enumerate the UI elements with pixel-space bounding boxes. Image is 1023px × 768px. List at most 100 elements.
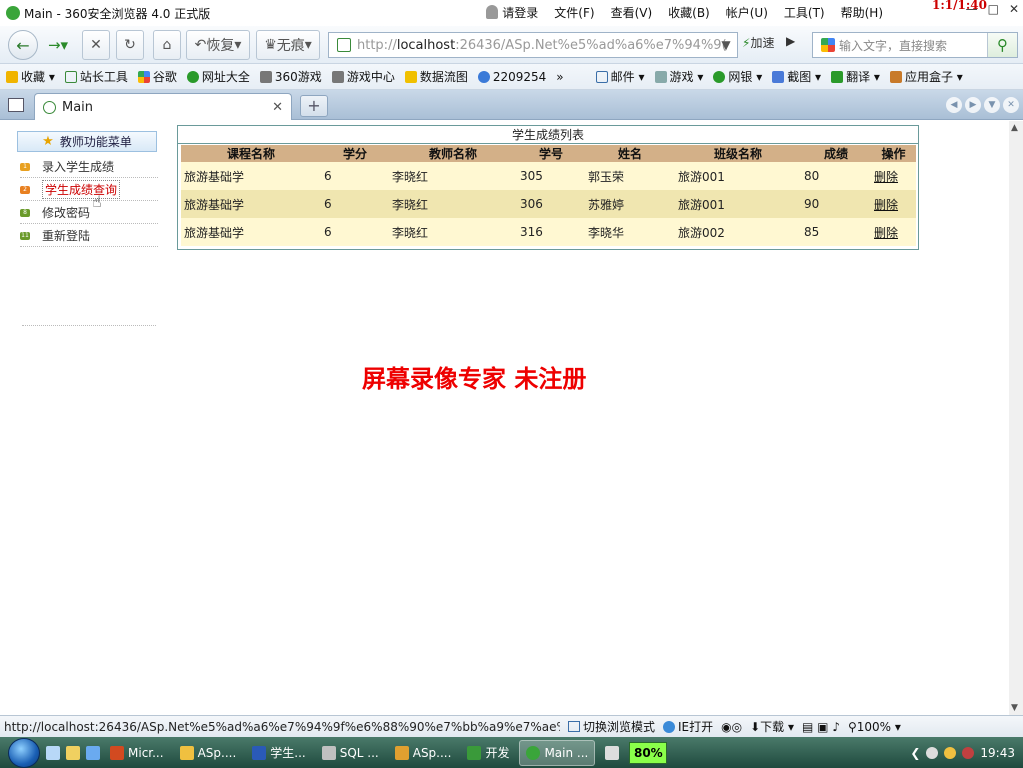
switch-mode-button[interactable]: 切换浏览模式 bbox=[568, 718, 655, 735]
delete-link[interactable]: 删除 bbox=[874, 198, 898, 212]
menu-login[interactable]: 请登录 bbox=[486, 4, 538, 21]
bookmark-games[interactable]: 游戏 ▾ bbox=[654, 68, 703, 85]
sidebar-toggle-icon[interactable] bbox=[8, 98, 24, 112]
tools-icons[interactable]: ▤ ▣ ♪ bbox=[802, 720, 840, 734]
tab-controls: ◀ ▶ ▼ ✕ bbox=[946, 97, 1019, 113]
gamepad-icon bbox=[259, 70, 272, 83]
scroll-down-icon[interactable]: ▼ bbox=[1011, 703, 1021, 713]
menu-view[interactable]: 查看(V) bbox=[611, 4, 653, 21]
browser-logo-icon bbox=[526, 745, 541, 760]
menu-tools[interactable]: 工具(T) bbox=[784, 4, 825, 21]
qq-tray-icon[interactable] bbox=[944, 746, 957, 759]
tab-main[interactable]: Main ✕ bbox=[34, 93, 292, 120]
maximize-icon[interactable]: □ bbox=[988, 2, 999, 16]
minimize-icon[interactable]: — bbox=[966, 2, 978, 16]
new-tab-button[interactable]: + bbox=[300, 95, 328, 117]
bookmark-bank[interactable]: 网银 ▾ bbox=[713, 68, 762, 85]
ie-quicklaunch-icon[interactable] bbox=[46, 745, 60, 760]
bookmark-game-center[interactable]: 游戏中心 bbox=[331, 68, 395, 85]
search-input[interactable]: 输入文字，直接搜索 bbox=[839, 37, 987, 54]
menu-file[interactable]: 文件(F) bbox=[554, 4, 594, 21]
status-url: http://localhost:26436/ASp.Net%e5%ad%a6%… bbox=[4, 719, 560, 734]
vertical-scrollbar[interactable]: ▲ ▼ bbox=[1009, 121, 1023, 715]
title-bar: Main - 360安全浏览器 4.0 正式版 请登录 文件(F) 查看(V) … bbox=[0, 0, 1023, 26]
delete-link[interactable]: 删除 bbox=[874, 226, 898, 240]
search-box[interactable]: 输入文字，直接搜索 ⚲ bbox=[812, 32, 1018, 58]
taskbar-item-sql[interactable]: SQL ... bbox=[316, 740, 385, 766]
go-button[interactable]: ▶ bbox=[786, 34, 795, 48]
forward-button[interactable]: →▾ bbox=[42, 30, 74, 60]
clock[interactable]: 19:43 bbox=[980, 746, 1015, 760]
bookmark-dataflow[interactable]: 数据流图 bbox=[404, 68, 468, 85]
speed-up-button[interactable]: ⚡加速 bbox=[742, 34, 774, 51]
bookmark-google[interactable]: 谷歌 bbox=[137, 68, 177, 85]
bookmark-qq[interactable]: 2209254 bbox=[477, 70, 546, 84]
stop-button[interactable]: ✕ bbox=[82, 30, 110, 60]
google-icon bbox=[821, 38, 835, 52]
taskbar-item-main[interactable]: Main ... bbox=[519, 739, 596, 766]
close-tab-icon[interactable]: ✕ bbox=[272, 100, 283, 115]
arrow-left-icon: ← bbox=[16, 35, 30, 55]
system-tray: ❮ 19:43 bbox=[910, 746, 1015, 760]
taskbar-item-dev[interactable]: 开发 bbox=[461, 740, 515, 766]
menu-item-relogin[interactable]: 11 重新登陆 bbox=[20, 225, 158, 247]
explorer-quicklaunch-icon[interactable] bbox=[66, 745, 80, 760]
tab-list-icon[interactable]: ▼ bbox=[984, 97, 1000, 113]
chevron-down-icon: ▼ bbox=[721, 38, 731, 52]
sql-server-icon bbox=[321, 745, 336, 760]
zoom-control[interactable]: ⚲ 100% ▾ bbox=[848, 720, 901, 734]
keyboard-icon[interactable] bbox=[605, 745, 620, 760]
tab-scroll-left-icon[interactable]: ◀ bbox=[946, 97, 962, 113]
ie-open-button[interactable]: IE打开 bbox=[663, 718, 713, 735]
gamepad-icon bbox=[331, 70, 344, 83]
table-row: 旅游基础学 6 李晓红 306 苏雅婷 旅游001 90 删除 bbox=[181, 190, 916, 218]
bookmark-app-box[interactable]: 应用盒子 ▾ bbox=[889, 68, 963, 85]
bookmark-translate[interactable]: 翻译 ▾ bbox=[831, 68, 880, 85]
search-icon: ⚲ bbox=[997, 36, 1008, 54]
refresh-button[interactable]: ↻ bbox=[116, 30, 144, 60]
bookmark-webmaster[interactable]: 站长工具 bbox=[64, 68, 128, 85]
restore-button[interactable]: ↶ 恢复 ▾ bbox=[186, 30, 250, 60]
menu-favorites[interactable]: 收藏(B) bbox=[668, 4, 710, 21]
gamepad-icon bbox=[654, 70, 667, 83]
table-header-row: 课程名称 学分 教师名称 学号 姓名 班级名称 成绩 操作 bbox=[181, 145, 916, 162]
incognito-button[interactable]: ♛ 无痕 ▾ bbox=[256, 30, 320, 60]
menu-item-enter-scores[interactable]: 1 录入学生成绩 bbox=[20, 156, 158, 178]
scroll-up-icon[interactable]: ▲ bbox=[1011, 123, 1021, 133]
bookmark-sites[interactable]: 网址大全 bbox=[186, 68, 250, 85]
bookmark-mail[interactable]: 邮件 ▾ bbox=[595, 68, 645, 85]
tray-expand-icon[interactable]: ❮ bbox=[910, 746, 920, 760]
toggle-icons[interactable]: ◉◎ bbox=[721, 720, 742, 734]
close-all-tabs-icon[interactable]: ✕ bbox=[1003, 97, 1019, 113]
network-icon[interactable] bbox=[926, 746, 939, 759]
col-course: 课程名称 bbox=[181, 145, 321, 162]
address-bar[interactable]: http:// localhost :26436/ASp.Net%e5%ad%a… bbox=[328, 32, 738, 58]
bookmark-360games[interactable]: 360游戏 bbox=[259, 68, 322, 85]
translate-icon bbox=[831, 70, 844, 83]
user-icon bbox=[486, 5, 499, 19]
bookmarks-more[interactable]: » bbox=[556, 70, 563, 84]
taskbar-item-powerpoint[interactable]: Micr... bbox=[104, 740, 170, 766]
security-icon[interactable] bbox=[962, 746, 975, 759]
bookmark-screenshot[interactable]: 截图 ▾ bbox=[772, 68, 821, 85]
taskbar-item-folder[interactable]: ASp.... bbox=[174, 740, 243, 766]
search-button[interactable]: ⚲ bbox=[987, 33, 1017, 57]
menu-item-query-scores[interactable]: 2 学生成绩查询 bbox=[20, 179, 158, 201]
bookmark-favorites[interactable]: 收藏 ▾ bbox=[6, 68, 55, 85]
close-window-icon[interactable]: ✕ bbox=[1009, 2, 1019, 16]
tab-scroll-right-icon[interactable]: ▶ bbox=[965, 97, 981, 113]
menu-account[interactable]: 帐户(U) bbox=[726, 4, 768, 21]
desktop-quicklaunch-icon[interactable] bbox=[86, 745, 100, 760]
taskbar-item-visual-studio[interactable]: ASp.... bbox=[389, 740, 458, 766]
zoom-icon: ⚲ bbox=[847, 719, 857, 734]
taskbar-item-word[interactable]: 学生... bbox=[246, 740, 311, 766]
window-controls: — □ ✕ bbox=[966, 2, 1019, 16]
home-button[interactable]: ⌂ bbox=[153, 30, 181, 60]
back-button[interactable]: ← bbox=[8, 30, 38, 60]
download-button[interactable]: ⬇ 下载 ▾ bbox=[750, 718, 794, 735]
menu-help[interactable]: 帮助(H) bbox=[841, 4, 883, 21]
delete-link[interactable]: 删除 bbox=[874, 170, 898, 184]
start-button[interactable] bbox=[8, 737, 40, 768]
menu-item-change-password[interactable]: 8 修改密码 bbox=[20, 202, 158, 224]
address-dropdown-button[interactable]: ▼ bbox=[716, 34, 736, 56]
